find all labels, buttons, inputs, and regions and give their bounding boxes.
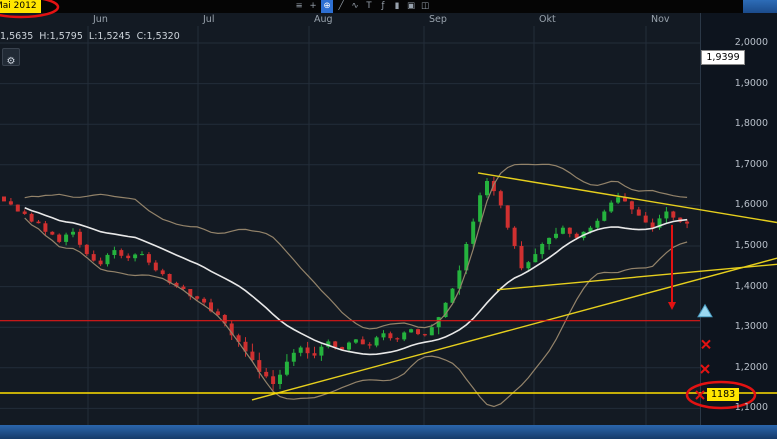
candle-body <box>616 197 620 202</box>
candle-body <box>306 348 310 354</box>
candle-body <box>354 339 358 342</box>
candle-body <box>9 201 13 204</box>
candle-body <box>126 256 130 258</box>
candle-body <box>92 254 96 261</box>
candle-body <box>430 327 434 335</box>
candle-body <box>409 329 413 332</box>
candle-body <box>644 216 648 223</box>
candle-body <box>520 246 524 268</box>
candle-body <box>368 344 372 345</box>
candle-body <box>313 353 317 355</box>
candle-body <box>195 296 199 298</box>
candle-body <box>299 348 303 353</box>
candle-body <box>388 333 392 338</box>
ohlc-readout: 1,5635 H:1,5795 L:1,5245 C:1,5320 <box>0 31 180 42</box>
bollinger-upper-band <box>25 164 687 329</box>
arrowhead-icon <box>668 302 676 310</box>
date-tooltip: Mai 2012 <box>0 0 41 13</box>
candle-body <box>119 250 123 256</box>
candle-body <box>478 195 482 221</box>
candle-body <box>154 263 158 271</box>
candle-body <box>37 222 41 224</box>
candle-body <box>671 212 675 218</box>
highlighted-value-label: 1183 <box>707 388 739 401</box>
trendline[interactable] <box>252 258 777 400</box>
candle-body <box>64 235 68 242</box>
candle-body <box>161 270 165 274</box>
candle-body <box>347 343 351 350</box>
candle-body <box>533 254 537 262</box>
candle-body <box>333 341 337 347</box>
candle-body <box>561 228 565 234</box>
price-marker-label: 1,9399 <box>701 50 745 65</box>
settings-gear-button[interactable]: ⚙ <box>2 48 20 66</box>
candle-body <box>23 212 27 214</box>
candle-body <box>651 223 655 228</box>
candle-body <box>547 238 551 244</box>
candle-body <box>112 250 116 255</box>
candle-body <box>416 329 420 334</box>
candle-body <box>382 333 386 337</box>
gear-icon: ⚙ <box>7 56 16 67</box>
candle-body <box>361 339 365 344</box>
candle-body <box>43 223 47 232</box>
candle-body <box>271 376 275 384</box>
candle-body <box>499 191 503 205</box>
candle-body <box>595 221 599 228</box>
candle-body <box>181 287 185 289</box>
candle-body <box>147 254 151 263</box>
candle-body <box>106 255 110 264</box>
candle-body <box>602 212 606 221</box>
candle-body <box>471 222 475 244</box>
candle-body <box>99 261 103 265</box>
candle-body <box>30 214 34 222</box>
candle-body <box>685 222 689 224</box>
candle-body <box>513 228 517 246</box>
candle-body <box>285 362 289 375</box>
candle-body <box>202 299 206 303</box>
triangle-marker-icon[interactable] <box>698 305 712 317</box>
candle-body <box>664 212 668 219</box>
candle-body <box>264 372 268 377</box>
candle-body <box>2 197 6 202</box>
candle-body <box>71 232 75 235</box>
candle-body <box>57 235 61 242</box>
candle-body <box>375 337 379 345</box>
candle-body <box>395 338 399 339</box>
trading-platform-window: ≡+⊕╱∿Tƒ▮▣◫ JunJulAugSepOktNov 2,00001,90… <box>0 0 777 439</box>
candle-body <box>50 232 54 235</box>
candle-body <box>402 333 406 340</box>
candle-body <box>140 254 144 255</box>
candle-body <box>78 232 82 245</box>
candle-body <box>609 203 613 212</box>
candle-body <box>423 334 427 335</box>
candle-body <box>319 347 323 356</box>
candle-body <box>292 353 296 362</box>
candle-body <box>554 234 558 238</box>
chart-canvas[interactable] <box>0 0 777 439</box>
trendline[interactable] <box>478 173 777 223</box>
candle-body <box>485 181 489 195</box>
candle-body <box>526 262 530 268</box>
candle-body <box>568 228 572 234</box>
candle-body <box>506 205 510 227</box>
candle-body <box>16 205 20 212</box>
candle-body <box>85 245 89 254</box>
candle-body <box>540 244 544 254</box>
candle-body <box>133 255 137 259</box>
candle-body <box>637 210 641 216</box>
candle-body <box>630 201 634 209</box>
candle-body <box>278 375 282 384</box>
